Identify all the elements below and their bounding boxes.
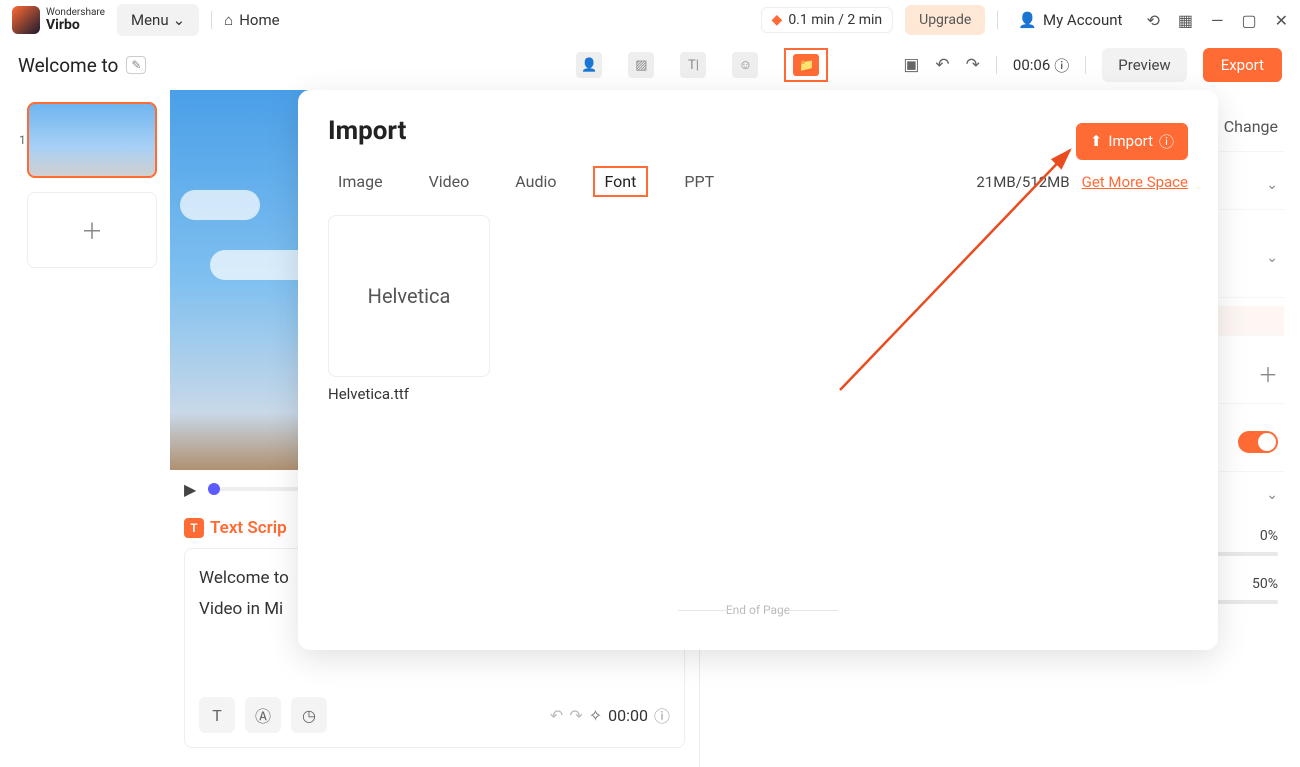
upload-icon: ⬆ bbox=[1090, 132, 1103, 150]
tab-image[interactable]: Image bbox=[328, 168, 393, 195]
timing-button[interactable]: ◷ bbox=[291, 697, 327, 733]
app-logo: Wondershare Virbo bbox=[12, 6, 105, 34]
divider bbox=[1085, 56, 1086, 74]
text-format-button[interactable]: T bbox=[199, 697, 235, 733]
add-icon[interactable]: ＋ bbox=[1258, 359, 1278, 388]
project-title-text: Welcome to bbox=[18, 54, 118, 77]
refresh-icon[interactable]: ⟲ bbox=[1146, 11, 1159, 30]
toolbar: Welcome to ✎ 👤 ▨ T| ☺ 📁 ▣ ↶ ↷ 00:06 ⓘ Pr… bbox=[0, 40, 1300, 90]
font-item[interactable]: Helvetica Helvetica.ttf bbox=[328, 215, 490, 403]
get-more-space-link[interactable]: Get More Space bbox=[1082, 173, 1188, 191]
close-icon[interactable]: ✕ bbox=[1275, 11, 1288, 30]
account-label: My Account bbox=[1043, 11, 1122, 29]
brand-main: Virbo bbox=[46, 18, 105, 32]
translate-button[interactable]: Ⓐ bbox=[245, 697, 281, 733]
diamond-icon: ◆ bbox=[772, 12, 783, 28]
credits-display: ◆ 0.1 min / 2 min bbox=[761, 7, 894, 33]
script-heading-text: Text Scrip bbox=[210, 518, 287, 538]
chevron-down-icon[interactable]: ⌄ bbox=[1266, 177, 1278, 193]
background-tool-icon[interactable]: ▨ bbox=[628, 52, 654, 78]
tab-ppt[interactable]: PPT bbox=[674, 168, 724, 195]
help-icon[interactable]: ⓘ bbox=[1054, 55, 1069, 76]
redo-icon[interactable]: ↷ bbox=[966, 55, 980, 75]
import-button[interactable]: ⬆ Import ⓘ bbox=[1076, 123, 1188, 160]
chevron-down-icon[interactable]: ⌄ bbox=[1266, 487, 1278, 503]
menu-button[interactable]: Menu ⌄ bbox=[117, 4, 199, 36]
folder-upload-icon: 📁 bbox=[793, 54, 819, 76]
help-icon[interactable]: ⓘ bbox=[654, 703, 670, 727]
script-redo-icon[interactable]: ↷ bbox=[569, 706, 582, 725]
edit-icon[interactable]: ✎ bbox=[126, 56, 146, 74]
home-icon: ⌂ bbox=[224, 11, 233, 29]
export-button[interactable]: Export bbox=[1203, 48, 1282, 82]
divider bbox=[997, 11, 998, 29]
tab-audio[interactable]: Audio bbox=[505, 168, 566, 195]
home-link[interactable]: ⌂ Home bbox=[224, 11, 279, 29]
play-icon[interactable]: ▶ bbox=[184, 480, 196, 499]
font-filename: Helvetica.ttf bbox=[328, 385, 490, 403]
pitch-value: 0% bbox=[1260, 528, 1278, 544]
logo-icon bbox=[12, 6, 40, 34]
add-slide-button[interactable]: ＋ bbox=[27, 192, 157, 268]
import-tabs: Image Video Audio Font PPT 21MB/512MB Ge… bbox=[328, 166, 1188, 197]
slide-number: 1 bbox=[19, 133, 26, 147]
project-title[interactable]: Welcome to ✎ bbox=[18, 54, 146, 77]
slide-thumbnail[interactable]: 1 bbox=[13, 102, 157, 178]
account-link[interactable]: 👤 My Account bbox=[1018, 11, 1122, 29]
sticker-tool-icon[interactable]: ☺ bbox=[732, 52, 758, 78]
avatar-tool-icon[interactable]: 👤 bbox=[576, 52, 602, 78]
timeline-thumb[interactable] bbox=[208, 483, 220, 495]
storage-used: 21MB/512MB bbox=[976, 173, 1069, 191]
chevron-down-icon[interactable]: ⌄ bbox=[1266, 250, 1278, 266]
divider bbox=[211, 11, 212, 29]
home-label: Home bbox=[239, 11, 279, 29]
slide-preview-image bbox=[27, 102, 157, 178]
change-button[interactable]: Change bbox=[1224, 117, 1278, 136]
script-time-text: 00:00 bbox=[608, 706, 648, 725]
end-of-page-label: End of Page bbox=[328, 603, 1188, 617]
import-tool-button[interactable]: 📁 bbox=[784, 48, 828, 82]
chevron-down-icon: ⌄ bbox=[173, 11, 186, 29]
maximize-icon[interactable]: ▢ bbox=[1241, 11, 1256, 30]
save-icon[interactable]: ▣ bbox=[903, 55, 919, 75]
menu-label: Menu bbox=[131, 11, 169, 29]
text-badge-icon: T bbox=[184, 518, 204, 538]
tab-video[interactable]: Video bbox=[419, 168, 480, 195]
duration-display: 00:06 ⓘ bbox=[1013, 55, 1069, 76]
slide-sidebar: 1 ＋ bbox=[0, 90, 170, 767]
text-tool-icon[interactable]: T| bbox=[680, 52, 706, 78]
import-button-label: Import bbox=[1108, 132, 1153, 150]
clear-icon[interactable]: ✧ bbox=[589, 706, 602, 725]
upgrade-button[interactable]: Upgrade bbox=[905, 5, 985, 35]
grid-icon[interactable]: ▦ bbox=[1178, 11, 1193, 30]
divider bbox=[996, 56, 997, 74]
help-icon: ⓘ bbox=[1159, 131, 1174, 152]
minimize-icon[interactable]: — bbox=[1211, 11, 1224, 30]
credits-text: 0.1 min / 2 min bbox=[788, 12, 882, 28]
duration-text: 00:06 bbox=[1013, 56, 1050, 74]
font-preview: Helvetica bbox=[328, 215, 490, 377]
script-undo-icon[interactable]: ↶ bbox=[550, 706, 563, 725]
import-title: Import bbox=[328, 116, 406, 146]
tab-font[interactable]: Font bbox=[593, 166, 649, 197]
preview-button[interactable]: Preview bbox=[1102, 48, 1186, 82]
undo-icon[interactable]: ↶ bbox=[935, 55, 949, 75]
volume-value: 50% bbox=[1252, 576, 1278, 592]
user-icon: 👤 bbox=[1018, 11, 1037, 29]
import-panel: Import ⬆ Import ⓘ Image Video Audio Font… bbox=[298, 90, 1218, 650]
title-bar: Wondershare Virbo Menu ⌄ ⌂ Home ◆ 0.1 mi… bbox=[0, 0, 1300, 40]
toggle-switch[interactable] bbox=[1238, 431, 1278, 453]
